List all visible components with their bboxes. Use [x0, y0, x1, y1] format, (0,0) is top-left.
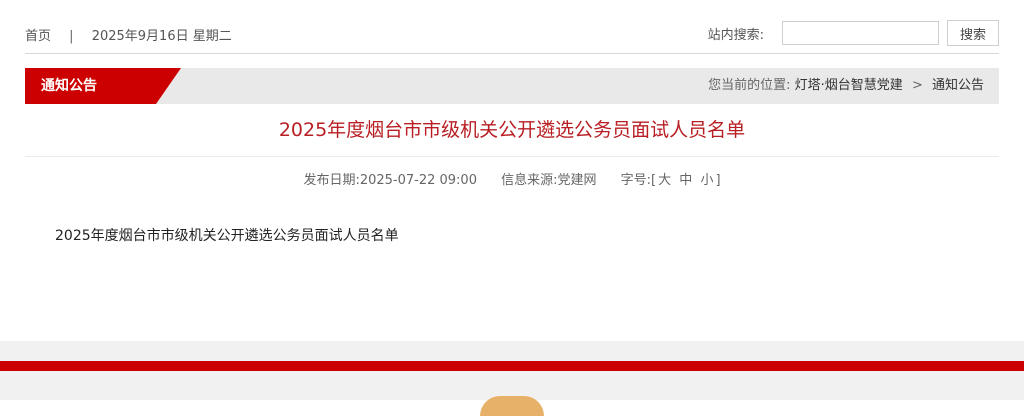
top-left: 首页 | 2025年9月16日 星期二	[25, 25, 232, 44]
font-size-bracket-close: ]	[715, 173, 721, 188]
article-body: 2025年度烟台市市级机关公开遴选公务员面试人员名单	[55, 228, 399, 244]
font-size-bracket-open: [	[651, 173, 657, 188]
title-divider	[25, 156, 999, 157]
font-size-label: 字号:	[620, 173, 652, 188]
search-label: 站内搜索:	[707, 27, 764, 43]
section-tab-corner	[156, 68, 181, 104]
font-size-small[interactable]: 小	[700, 173, 713, 188]
search-input[interactable]	[782, 21, 939, 45]
breadcrumb-current[interactable]: 通知公告	[932, 78, 984, 93]
home-link[interactable]: 首页	[25, 25, 51, 44]
publish-date: 发布日期:2025-07-22 09:00	[303, 173, 477, 188]
breadcrumb: 您当前的位置: 灯塔·烟台智慧党建 > 通知公告	[708, 68, 984, 104]
separator: |	[69, 29, 74, 44]
current-date: 2025年9月16日 星期二	[91, 29, 232, 44]
article-meta: 发布日期:2025-07-22 09:00 信息来源:党建网 字号:[大 中 小…	[25, 172, 999, 190]
party-emblem-icon	[480, 396, 544, 416]
top-bar: 首页 | 2025年9月16日 星期二 站内搜索: 搜索	[25, 0, 999, 54]
location-label: 您当前的位置:	[708, 78, 791, 93]
search-button[interactable]: 搜索	[947, 20, 999, 46]
font-size-control: 字号:[大 中 小]	[621, 173, 721, 188]
breadcrumb-home[interactable]: 灯塔·烟台智慧党建	[795, 78, 903, 93]
font-size-large[interactable]: 大	[658, 173, 671, 188]
font-size-medium[interactable]: 中	[679, 173, 692, 188]
section-header: 通知公告 您当前的位置: 灯塔·烟台智慧党建 > 通知公告	[25, 68, 999, 104]
info-source: 信息来源:党建网	[501, 173, 597, 188]
section-tab: 通知公告	[25, 68, 156, 104]
search-area: 站内搜索: 搜索	[708, 20, 999, 46]
breadcrumb-arrow: >	[911, 78, 923, 93]
article-title: 2025年度烟台市市级机关公开遴选公务员面试人员名单	[278, 119, 746, 141]
footer-red-band	[0, 361, 1024, 371]
